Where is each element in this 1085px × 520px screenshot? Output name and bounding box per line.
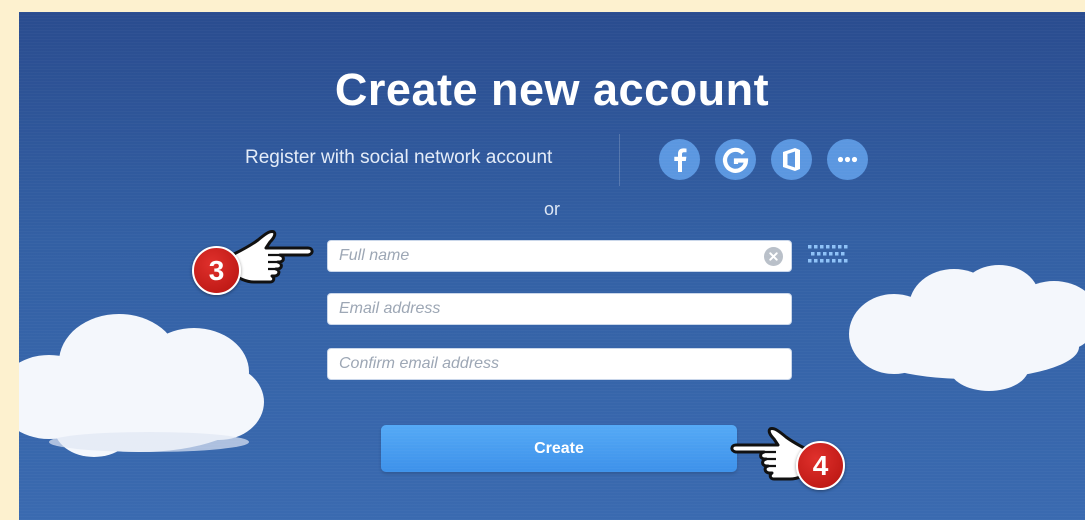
step-4-badge: 4 bbox=[796, 441, 845, 490]
office-button[interactable] bbox=[771, 139, 812, 180]
or-separator: or bbox=[543, 199, 560, 219]
clear-icon[interactable] bbox=[764, 247, 783, 266]
pointing-hand-icon bbox=[232, 230, 314, 284]
more-icon bbox=[837, 156, 858, 163]
social-register-label: Register with social network account bbox=[245, 147, 553, 168]
cloud-right bbox=[849, 265, 1085, 391]
confirm-email-field bbox=[327, 348, 792, 380]
create-button[interactable]: Create bbox=[381, 425, 737, 472]
google-icon bbox=[722, 147, 749, 173]
keyboard-icon[interactable] bbox=[808, 244, 850, 264]
email-input[interactable] bbox=[328, 294, 791, 324]
email-field bbox=[327, 293, 792, 325]
step-3-badge: 3 bbox=[192, 246, 241, 295]
divider bbox=[619, 134, 620, 186]
full-name-field bbox=[327, 240, 792, 272]
page-title: Create new account bbox=[334, 64, 770, 115]
office-icon bbox=[783, 148, 800, 171]
more-options-button[interactable] bbox=[827, 139, 868, 180]
confirm-email-input[interactable] bbox=[328, 349, 791, 379]
full-name-input[interactable] bbox=[328, 241, 791, 271]
facebook-icon bbox=[674, 148, 687, 172]
facebook-button[interactable] bbox=[659, 139, 700, 180]
cloud-left bbox=[19, 314, 264, 457]
google-button[interactable] bbox=[715, 139, 756, 180]
registration-panel: Create new account Register with social … bbox=[19, 12, 1085, 520]
